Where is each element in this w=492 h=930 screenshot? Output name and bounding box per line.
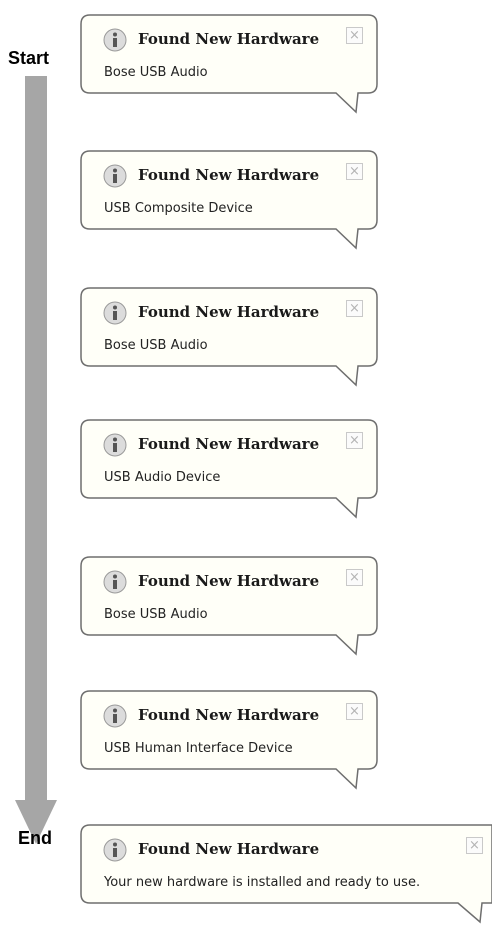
notification-message: Bose USB Audio [104,607,208,622]
info-icon [103,164,127,188]
notification-title: Found New Hardware [138,166,320,184]
close-icon[interactable]: × [346,432,363,449]
close-icon[interactable]: × [346,300,363,317]
notification-title: Found New Hardware [138,840,320,858]
close-icon[interactable]: × [346,163,363,180]
notification-message: USB Human Interface Device [104,741,293,756]
notification-title: Found New Hardware [138,435,320,453]
notification-balloon[interactable]: Found New Hardware Bose USB Audio × [80,14,378,114]
notification-balloon[interactable]: Found New Hardware USB Audio Device × [80,419,378,519]
notification-message: USB Composite Device [104,201,253,216]
close-icon[interactable]: × [346,703,363,720]
flow-end-label: End [18,828,52,848]
close-icon[interactable]: × [466,837,483,854]
notification-balloon[interactable]: Found New Hardware Bose USB Audio × [80,287,378,387]
notification-title: Found New Hardware [138,706,320,724]
close-icon[interactable]: × [346,27,363,44]
notification-title: Found New Hardware [138,30,320,48]
info-icon [103,570,127,594]
notification-balloon[interactable]: Found New Hardware Your new hardware is … [80,824,492,924]
info-icon [103,28,127,52]
notification-message: Your new hardware is installed and ready… [104,875,421,890]
notification-title: Found New Hardware [138,572,320,590]
notification-message: Bose USB Audio [104,338,208,353]
notification-message: USB Audio Device [104,470,221,485]
flow-start-label: Start [8,48,50,68]
notification-balloon[interactable]: Found New Hardware USB Human Interface D… [80,690,378,790]
info-icon [103,838,127,862]
info-icon [103,301,127,325]
flow-arrow-shaft [25,76,47,806]
info-icon [103,704,127,728]
notification-title: Found New Hardware [138,303,320,321]
balloon-outline [80,824,492,924]
info-icon [103,433,127,457]
notification-message: Bose USB Audio [104,65,208,80]
close-icon[interactable]: × [346,569,363,586]
notification-balloon[interactable]: Found New Hardware USB Composite Device … [80,150,378,250]
notification-balloon[interactable]: Found New Hardware Bose USB Audio × [80,556,378,656]
